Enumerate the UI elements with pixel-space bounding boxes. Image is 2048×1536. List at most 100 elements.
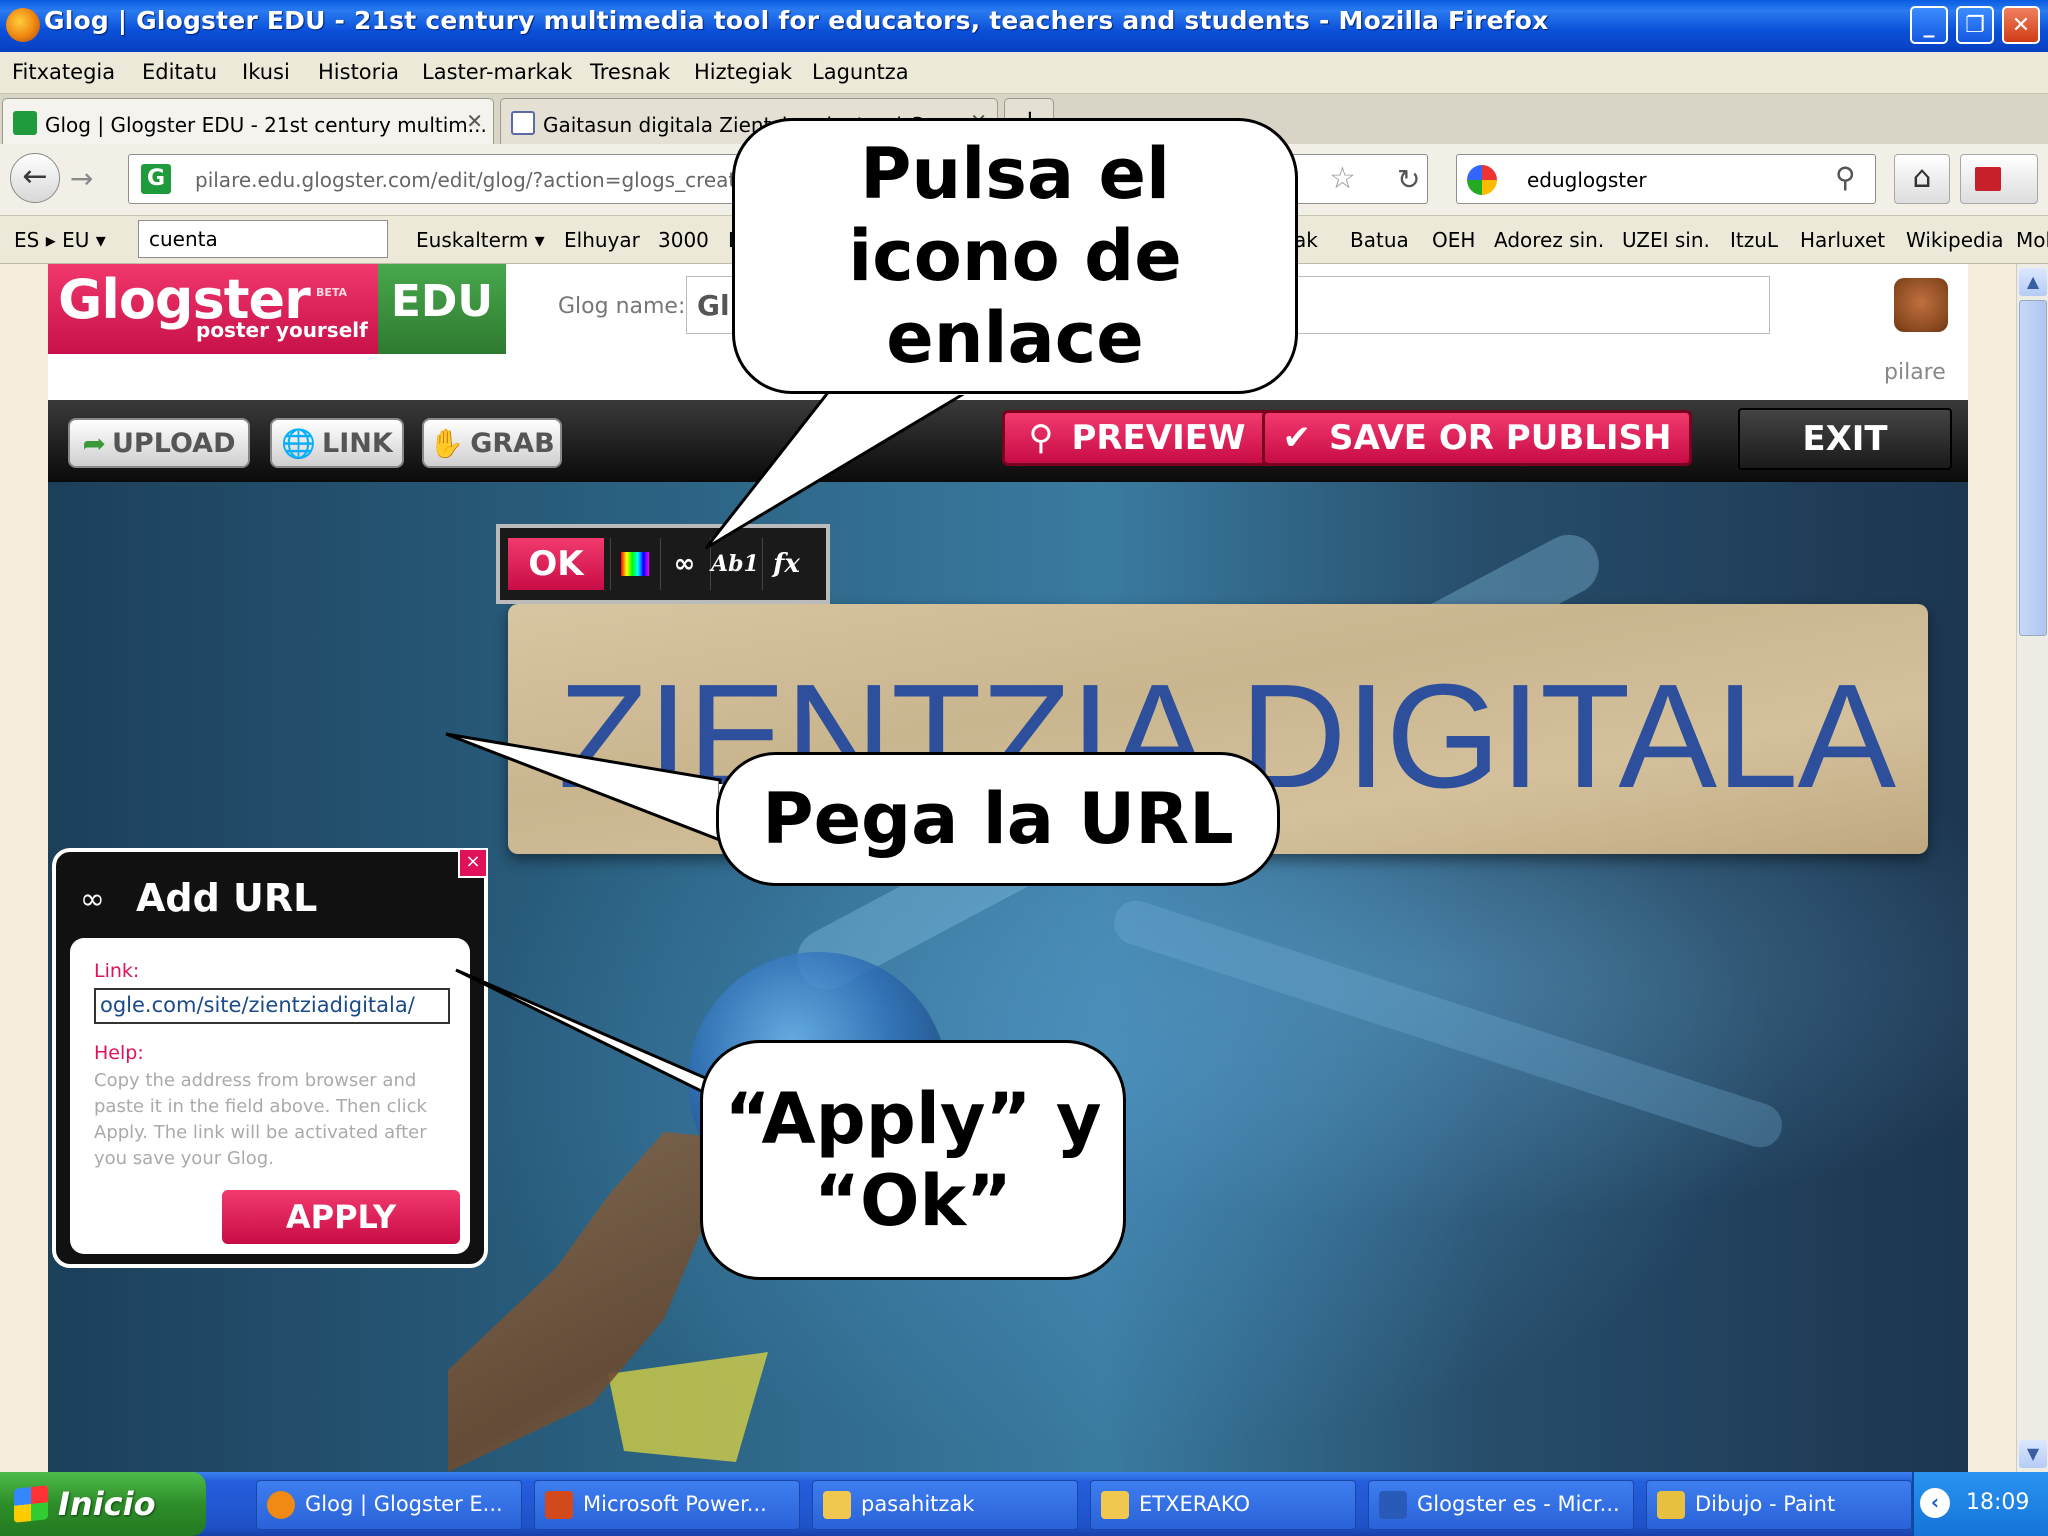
bookmark-item[interactable]: ItzuL bbox=[1730, 228, 1778, 252]
taskbar-label: ETXERAKO bbox=[1139, 1492, 1251, 1516]
tab-close-icon[interactable]: ✕ bbox=[466, 109, 483, 133]
bookmark-item[interactable]: 3000 bbox=[658, 228, 709, 252]
menu-file[interactable]: Fitxategia bbox=[12, 60, 115, 84]
link-icon: ∞ bbox=[80, 882, 105, 917]
background-molecule bbox=[1108, 894, 1788, 1154]
paint-icon bbox=[1657, 1491, 1685, 1519]
hand-highlight bbox=[608, 1352, 768, 1462]
forward-arrow-icon[interactable]: → bbox=[70, 162, 93, 195]
link-button[interactable]: 🌐 LINK bbox=[270, 418, 404, 468]
home-icon[interactable]: ⌂ bbox=[1894, 154, 1950, 204]
color-picker-icon[interactable] bbox=[610, 538, 658, 590]
search-icon[interactable]: ⚲ bbox=[1835, 161, 1856, 194]
back-arrow-icon[interactable]: ← bbox=[10, 153, 60, 203]
minimize-button[interactable]: _ bbox=[1910, 6, 1948, 44]
bookmark-item[interactable]: Batua bbox=[1350, 228, 1409, 252]
save-publish-button[interactable]: ✔ SAVE OR PUBLISH bbox=[1262, 410, 1692, 466]
menu-view[interactable]: Ikusi bbox=[242, 60, 290, 84]
google-icon[interactable] bbox=[1467, 165, 1497, 195]
globe-icon: 🌐 bbox=[281, 426, 317, 460]
preview-button[interactable]: ⚲ PREVIEW bbox=[1002, 410, 1272, 466]
bookmark-item[interactable]: Wikipedia bbox=[1906, 228, 2004, 252]
bookmark-item[interactable]: Mol bbox=[2016, 228, 2048, 252]
bookmark-item[interactable]: Elhuyar bbox=[564, 228, 640, 252]
menu-dictionaries[interactable]: Hiztegiak bbox=[694, 60, 792, 84]
vertical-scrollbar[interactable]: ▲ ▼ bbox=[2016, 264, 2048, 1472]
scroll-up-icon[interactable]: ▲ bbox=[2019, 268, 2047, 296]
language-selector[interactable]: ES ▸ EU ▾ bbox=[14, 228, 106, 252]
link-icon[interactable]: ∞ bbox=[660, 538, 708, 590]
close-icon[interactable]: × bbox=[458, 848, 488, 878]
bookmark-item[interactable]: UZEI sin. bbox=[1622, 228, 1710, 252]
link-label: Link: bbox=[94, 960, 140, 982]
taskbar-label: Microsoft Power... bbox=[583, 1492, 767, 1516]
ok-button[interactable]: OK bbox=[508, 538, 604, 590]
title-bar: Glog | Glogster EDU - 21st century multi… bbox=[0, 0, 2048, 52]
bookmark-item[interactable]: Adorez sin. bbox=[1494, 228, 1604, 252]
taskbar-item-folder[interactable]: ETXERAKO bbox=[1090, 1480, 1356, 1530]
grab-label: GRAB bbox=[470, 427, 555, 459]
glogster-logo[interactable]: Glogster BETA poster yourself EDU bbox=[48, 264, 506, 354]
star-icon[interactable]: ☆ bbox=[1329, 161, 1356, 196]
glog-name-label: Glog name: bbox=[558, 294, 686, 319]
tab-glogster[interactable]: Glog | Glogster EDU - 21st century multi… bbox=[2, 98, 494, 144]
help-text: Copy the address from browser and paste … bbox=[94, 1070, 427, 1169]
upload-label: UPLOAD bbox=[111, 427, 236, 459]
maximize-button[interactable]: ❐ bbox=[1956, 6, 1994, 44]
menu-bookmarks[interactable]: Laster-markak bbox=[422, 60, 572, 84]
bookmark-item[interactable]: Harluxet bbox=[1800, 228, 1885, 252]
taskbar-item-firefox[interactable]: Glog | Glogster E... bbox=[256, 1480, 522, 1530]
taskbar-label: pasahitzak bbox=[861, 1492, 975, 1516]
upload-button[interactable]: ➦ UPLOAD bbox=[68, 418, 250, 468]
exit-button[interactable]: EXIT bbox=[1738, 408, 1952, 470]
callout-link-icon: Pulsa el icono de enlace bbox=[732, 118, 1298, 394]
word-icon bbox=[1379, 1491, 1407, 1519]
bookmark-item[interactable]: OEH bbox=[1432, 228, 1475, 252]
bookmark-item[interactable]: Euskalterm ▾ bbox=[416, 228, 545, 252]
menu-help[interactable]: Laguntza bbox=[812, 60, 909, 84]
system-tray: ‹ 18:09 bbox=[1912, 1472, 2048, 1536]
url-text[interactable]: pilare.edu.glogster.com/edit/glog/?actio… bbox=[195, 168, 749, 192]
menu-bar: Fitxategia Editatu Ikusi Historia Laster… bbox=[0, 52, 2048, 94]
clock[interactable]: 18:09 bbox=[1966, 1490, 2029, 1515]
menu-edit[interactable]: Editatu bbox=[142, 60, 217, 84]
dictionary-search-input[interactable]: cuenta bbox=[138, 220, 388, 258]
preview-label: PREVIEW bbox=[1071, 418, 1246, 458]
text-edit-toolbar: OK ∞ Ab1 fx bbox=[496, 524, 830, 604]
taskbar-item-powerpoint[interactable]: Microsoft Power... bbox=[534, 1480, 800, 1530]
url-input[interactable]: ogle.com/site/zientziadigitala/ bbox=[94, 988, 450, 1024]
glogster-favicon bbox=[13, 111, 37, 135]
page-icon bbox=[511, 111, 535, 135]
addon-button[interactable] bbox=[1960, 154, 2038, 204]
taskbar-item-folder[interactable]: pasahitzak bbox=[812, 1480, 1078, 1530]
magnifier-icon: ⚲ bbox=[1028, 418, 1054, 458]
dialog-body: Link: ogle.com/site/zientziadigitala/ He… bbox=[70, 938, 470, 1254]
text-style-icon[interactable]: Ab1 bbox=[710, 538, 759, 590]
taskbar-item-paint[interactable]: Dibujo - Paint bbox=[1646, 1480, 1912, 1530]
folder-icon bbox=[1101, 1491, 1129, 1519]
tray-expand-icon[interactable]: ‹ bbox=[1920, 1488, 1950, 1518]
glog-toolbar: ➦ UPLOAD 🌐 LINK ✋ GRAB ⚲ PREVIEW ✔ SAVE … bbox=[48, 400, 1968, 482]
reload-icon[interactable]: ↻ bbox=[1397, 163, 1420, 196]
avatar[interactable] bbox=[1894, 278, 1948, 332]
menu-history[interactable]: Historia bbox=[318, 60, 399, 84]
effects-icon[interactable]: fx bbox=[762, 538, 810, 590]
scroll-down-icon[interactable]: ▼ bbox=[2019, 1440, 2047, 1468]
taskbar: Inicio Glog | Glogster E... Microsoft Po… bbox=[0, 1472, 2048, 1536]
scroll-thumb[interactable] bbox=[2019, 300, 2047, 636]
close-window-button[interactable]: ✕ bbox=[2002, 6, 2040, 44]
search-input[interactable]: eduglogster bbox=[1527, 168, 1647, 192]
addon-icon bbox=[1975, 167, 2001, 191]
taskbar-item-word[interactable]: Glogster es - Micr... bbox=[1368, 1480, 1634, 1530]
search-bar[interactable]: eduglogster ⚲ bbox=[1456, 154, 1876, 204]
firefox-icon bbox=[6, 8, 40, 42]
firefox-icon bbox=[267, 1491, 295, 1519]
grab-button[interactable]: ✋ GRAB bbox=[422, 418, 562, 468]
upload-icon: ➦ bbox=[82, 426, 106, 460]
apply-button[interactable]: APPLY bbox=[222, 1190, 460, 1244]
start-button[interactable]: Inicio bbox=[0, 1472, 206, 1536]
callout-paste-url: Pega la URL bbox=[716, 752, 1280, 886]
menu-tools[interactable]: Tresnak bbox=[590, 60, 670, 84]
taskbar-label: Glog | Glogster E... bbox=[305, 1492, 503, 1516]
dialog-title: Add URL bbox=[136, 876, 318, 920]
